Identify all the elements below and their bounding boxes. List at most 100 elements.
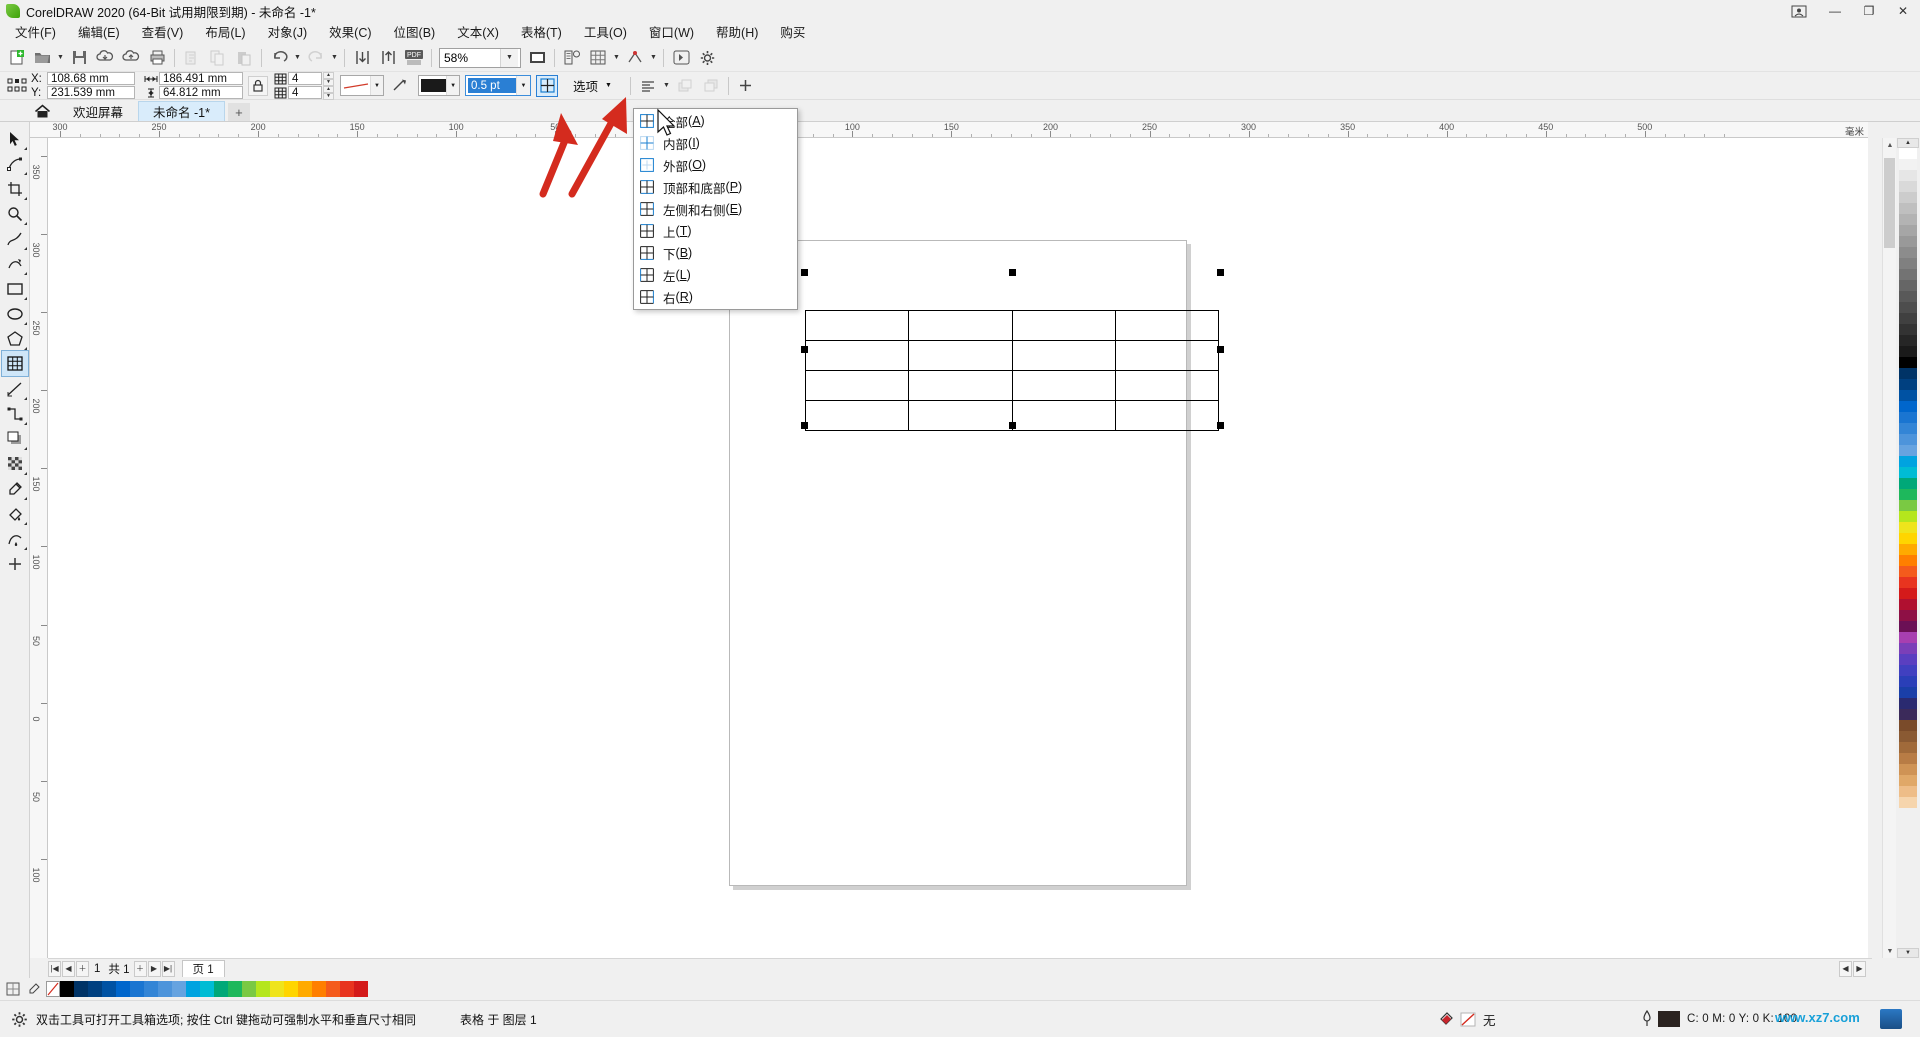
outline-style-combo[interactable]: ▼ xyxy=(340,75,384,96)
tab-welcome-screen[interactable]: 欢迎屏幕 xyxy=(58,101,139,121)
palette-swatch[interactable] xyxy=(1899,588,1917,599)
palette-swatch[interactable] xyxy=(1899,247,1917,258)
menu-buy[interactable]: 购买 xyxy=(769,23,816,43)
palette-swatch[interactable] xyxy=(1899,390,1917,401)
first-page-icon[interactable]: |◀ xyxy=(48,960,61,977)
palette-swatch[interactable] xyxy=(1899,753,1917,764)
cloud-open-icon[interactable] xyxy=(93,46,117,70)
rows-spinner[interactable]: ▲ ▼ xyxy=(323,72,334,86)
palette-eyedropper-icon[interactable] xyxy=(25,980,43,998)
tool-crop[interactable] xyxy=(2,176,28,201)
lock-ratio-button[interactable] xyxy=(248,75,268,96)
palette-scroll-down[interactable]: ▼ xyxy=(1897,948,1919,958)
add-page-icon[interactable]: ＋ xyxy=(76,960,89,977)
palette-swatch[interactable] xyxy=(1899,379,1917,390)
document-palette[interactable] xyxy=(0,978,1920,1000)
text-align-caret[interactable]: ▼ xyxy=(661,74,672,98)
tool-freehand[interactable] xyxy=(2,226,28,251)
document-palette-swatch[interactable] xyxy=(298,981,312,997)
document-palette-swatch[interactable] xyxy=(130,981,144,997)
palette-swatch[interactable] xyxy=(1899,676,1917,687)
table-cell[interactable] xyxy=(1114,370,1220,401)
palette-swatch[interactable] xyxy=(1899,181,1917,192)
border-type-button[interactable] xyxy=(536,74,558,97)
palette-swatch[interactable] xyxy=(1899,280,1917,291)
table-cell[interactable] xyxy=(908,400,1013,431)
palette-swatch[interactable] xyxy=(1899,214,1917,225)
status-fill-indicator[interactable]: 无 xyxy=(1438,1010,1496,1029)
table-cell[interactable] xyxy=(908,370,1013,401)
palette-swatch[interactable] xyxy=(1899,511,1917,522)
zoom-dropdown-caret[interactable]: ▼ xyxy=(500,48,518,67)
tool-table[interactable] xyxy=(0,350,29,377)
palette-swatch[interactable] xyxy=(1899,687,1917,698)
tool-more[interactable] xyxy=(2,551,28,576)
palette-swatch[interactable] xyxy=(1899,533,1917,544)
palette-swatch[interactable] xyxy=(1899,742,1917,753)
table-cell[interactable] xyxy=(804,370,910,401)
dropdown-item-outside[interactable]: 外部(O) xyxy=(634,154,797,176)
table-cell[interactable] xyxy=(804,310,910,341)
tool-ellipse[interactable] xyxy=(2,301,28,326)
tab-untitled-1[interactable]: 未命名 -1* xyxy=(138,101,225,121)
palette-swatch[interactable] xyxy=(1899,203,1917,214)
vertical-ruler[interactable]: 350 300 250 200 150 100 50 0 50 100 xyxy=(30,138,48,958)
new-document-icon[interactable] xyxy=(4,46,28,70)
vertical-scrollbar[interactable]: ▲ ▼ xyxy=(1882,138,1896,958)
document-palette-swatch[interactable] xyxy=(256,981,270,997)
palette-swatch[interactable] xyxy=(1899,269,1917,280)
dropdown-item-top-bottom[interactable]: 顶部和底部(P) xyxy=(634,176,797,198)
palette-swatch[interactable] xyxy=(1899,522,1917,533)
undo-icon[interactable] xyxy=(267,46,291,70)
snap-to-icon[interactable] xyxy=(623,46,647,70)
palette-swatch[interactable] xyxy=(1899,170,1917,181)
document-palette-swatch[interactable] xyxy=(354,981,368,997)
table-cell[interactable] xyxy=(1114,400,1220,431)
scroll-down-arrow[interactable]: ▼ xyxy=(1883,944,1897,958)
hscroll-right-arrow[interactable]: ▶ xyxy=(1853,960,1866,977)
table-cell[interactable] xyxy=(1011,340,1116,371)
palette-swatch[interactable] xyxy=(1899,236,1917,247)
selection-handle-mid-left[interactable] xyxy=(801,346,808,353)
zoom-level-input[interactable] xyxy=(440,48,500,67)
menu-view[interactable]: 查看(V) xyxy=(131,23,195,43)
color-palette[interactable]: ▲ ▼ xyxy=(1896,138,1920,958)
document-palette-swatches[interactable] xyxy=(60,981,368,997)
palette-swatch[interactable] xyxy=(1899,302,1917,313)
tool-interactive-fill[interactable] xyxy=(2,501,28,526)
document-palette-swatch[interactable] xyxy=(284,981,298,997)
menu-window[interactable]: 窗口(W) xyxy=(638,23,705,43)
palette-swatch[interactable] xyxy=(1899,423,1917,434)
menu-tools[interactable]: 工具(O) xyxy=(573,23,638,43)
gear-icon[interactable] xyxy=(8,1008,30,1030)
copy-icon[interactable] xyxy=(206,46,230,70)
tool-transparency[interactable] xyxy=(2,451,28,476)
vertical-scroll-thumb[interactable] xyxy=(1884,158,1895,248)
palette-swatch[interactable] xyxy=(1899,643,1917,654)
selection-handle-top-center[interactable] xyxy=(1009,269,1016,276)
table-cell[interactable] xyxy=(908,340,1013,371)
document-palette-swatch[interactable] xyxy=(312,981,326,997)
menu-help[interactable]: 帮助(H) xyxy=(705,23,769,43)
open-document-icon[interactable] xyxy=(30,46,54,70)
y-position-input[interactable] xyxy=(47,86,135,99)
print-icon[interactable] xyxy=(145,46,169,70)
table-cell[interactable] xyxy=(1011,310,1116,341)
document-palette-swatch[interactable] xyxy=(144,981,158,997)
outline-style-caret[interactable]: ▼ xyxy=(370,76,383,95)
menu-object[interactable]: 对象(J) xyxy=(257,23,319,43)
palette-swatch[interactable] xyxy=(1899,709,1917,720)
object-width-input[interactable] xyxy=(159,72,243,85)
palette-swatch[interactable] xyxy=(1899,566,1917,577)
document-palette-swatch[interactable] xyxy=(200,981,214,997)
palette-swatch[interactable] xyxy=(1899,555,1917,566)
document-palette-swatch[interactable] xyxy=(158,981,172,997)
palette-no-color-swatch[interactable] xyxy=(46,981,60,997)
palette-swatch[interactable] xyxy=(1899,500,1917,511)
palette-swatch[interactable] xyxy=(1899,577,1917,588)
document-palette-swatch[interactable] xyxy=(228,981,242,997)
document-palette-swatch[interactable] xyxy=(186,981,200,997)
palette-swatch[interactable] xyxy=(1899,764,1917,775)
application-launcher-icon[interactable] xyxy=(669,46,693,70)
palette-swatch[interactable] xyxy=(1899,775,1917,786)
